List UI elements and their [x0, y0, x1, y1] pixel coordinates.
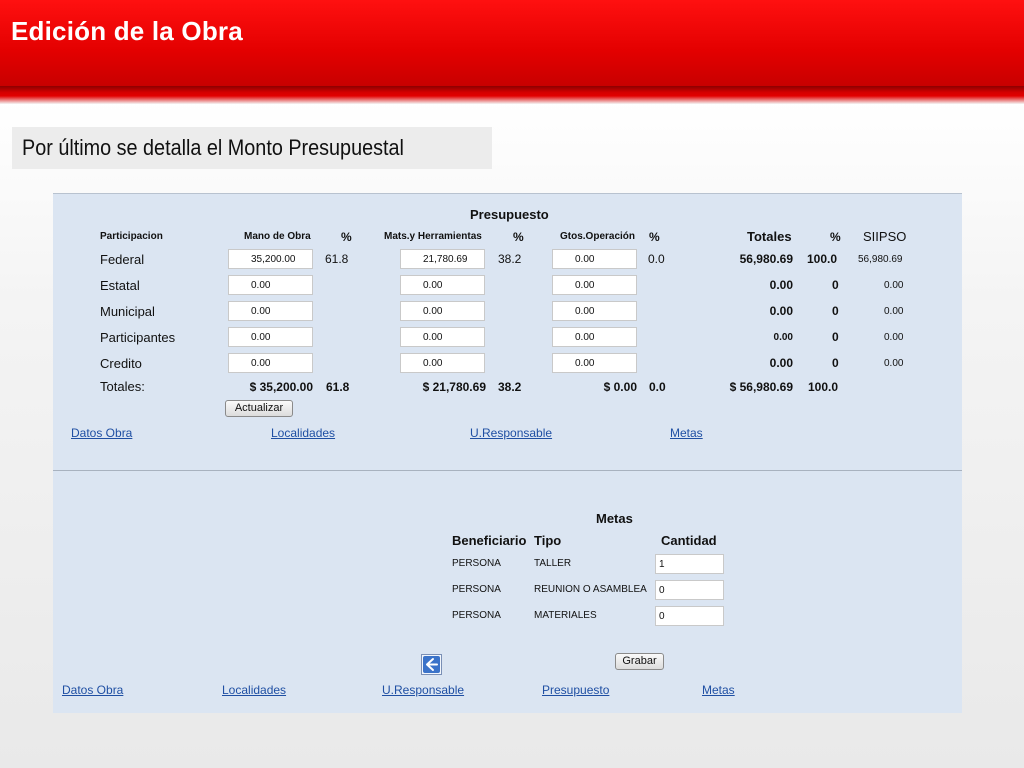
header-bar: Edición de la Obra [0, 0, 1024, 86]
meta-row-3-beneficiario: PERSONA [452, 610, 501, 621]
link-u-responsable[interactable]: U.Responsable [470, 426, 552, 440]
link-datos-obra[interactable]: Datos Obra [71, 426, 132, 440]
back-button[interactable] [421, 654, 442, 675]
col-mano-obra: Mano de Obra [244, 231, 311, 242]
credito-total: 0.00 [769, 356, 793, 370]
col-tipo: Tipo [534, 533, 562, 548]
credito-pct-total: 0 [832, 356, 839, 370]
subtitle-box: Por último se detalla el Monto Presupues… [12, 127, 492, 169]
credito-gtos-input[interactable] [552, 353, 637, 373]
col-pct-mano-obra: % [341, 230, 352, 244]
link-metas[interactable]: Metas [670, 426, 703, 440]
federal-mano-obra-input[interactable] [228, 249, 313, 269]
col-pct-mats: % [513, 230, 524, 244]
federal-gtos-input[interactable] [552, 249, 637, 269]
subtitle: Por último se detalla el Monto Presupues… [22, 135, 404, 160]
presupuesto-panel: Presupuesto Participacion Mano de Obra %… [53, 193, 962, 470]
estatal-total: 0.00 [769, 278, 793, 292]
federal-mats-input[interactable] [400, 249, 485, 269]
meta-row-3-cantidad-input[interactable] [655, 606, 724, 626]
municipal-pct-total: 0 [832, 304, 839, 318]
municipal-gtos-input[interactable] [552, 301, 637, 321]
totals-pct-total: 100.0 [808, 380, 839, 394]
federal-pct-mats: 38.2 [498, 252, 522, 266]
grabar-button[interactable]: Grabar [615, 653, 664, 670]
municipal-mats-input[interactable] [400, 301, 485, 321]
estatal-siipso: 0.00 [884, 280, 904, 291]
col-pct-totales: % [830, 230, 841, 244]
row-label-federal: Federal [100, 252, 145, 267]
participantes-mats-input[interactable] [400, 327, 485, 347]
link-localidades[interactable]: Localidades [271, 426, 335, 440]
meta-row-1-tipo: TALLER [534, 558, 572, 569]
header-band [0, 86, 1024, 104]
federal-pct-gtos: 0.0 [648, 252, 665, 266]
col-beneficiario: Beneficiario [452, 533, 527, 548]
col-gtos: Gtos.Operación [560, 231, 636, 242]
participantes-total: 0.00 [773, 332, 793, 343]
row-label-estatal: Estatal [100, 278, 140, 293]
col-mats: Mats.y Herramientas [384, 231, 482, 242]
municipal-total: 0.00 [769, 304, 793, 318]
row-label-participantes: Participantes [100, 330, 176, 345]
federal-pct-mano-obra: 61.8 [325, 252, 349, 266]
estatal-gtos-input[interactable] [552, 275, 637, 295]
back-arrow-icon [423, 656, 440, 673]
credito-mano-obra-input[interactable] [228, 353, 313, 373]
totals-gtos: $ 0.00 [603, 380, 637, 394]
meta-row-3-tipo: MATERIALES [534, 610, 597, 621]
link2-metas[interactable]: Metas [702, 683, 735, 697]
estatal-mats-input[interactable] [400, 275, 485, 295]
meta-row-2-cantidad-input[interactable] [655, 580, 724, 600]
link2-u-responsable[interactable]: U.Responsable [382, 683, 464, 697]
municipal-siipso: 0.00 [884, 306, 904, 317]
link2-localidades[interactable]: Localidades [222, 683, 286, 697]
row-label-credito: Credito [100, 356, 142, 371]
estatal-mano-obra-input[interactable] [228, 275, 313, 295]
actualizar-button[interactable]: Actualizar [225, 400, 293, 417]
totals-mano-obra: $ 35,200.00 [249, 380, 313, 394]
col-totales: Totales [747, 229, 792, 244]
estatal-pct-total: 0 [832, 278, 839, 292]
link2-presupuesto[interactable]: Presupuesto [542, 683, 609, 697]
municipal-mano-obra-input[interactable] [228, 301, 313, 321]
col-siipso: SIIPSO [863, 229, 907, 244]
metas-panel: Metas Beneficiario Tipo Cantidad PERSONA… [53, 470, 962, 713]
totals-pct-mats: 38.2 [498, 380, 522, 394]
federal-pct-total: 100.0 [807, 252, 838, 266]
col-pct-gtos: % [649, 230, 660, 244]
totals-label: Totales: [100, 379, 145, 394]
credito-siipso: 0.00 [884, 358, 904, 369]
participantes-siipso: 0.00 [884, 332, 904, 343]
meta-row-2-tipo: REUNION O ASAMBLEA [534, 584, 647, 595]
totals-pct-gtos: 0.0 [649, 380, 666, 394]
col-cantidad: Cantidad [661, 533, 717, 548]
meta-row-1-cantidad-input[interactable] [655, 554, 724, 574]
participantes-mano-obra-input[interactable] [228, 327, 313, 347]
federal-siipso: 56,980.69 [858, 254, 903, 265]
totals-mats: $ 21,780.69 [422, 380, 486, 394]
col-participacion: Participacion [100, 231, 163, 242]
credito-mats-input[interactable] [400, 353, 485, 373]
presupuesto-title: Presupuesto [470, 207, 549, 222]
meta-row-2-beneficiario: PERSONA [452, 584, 501, 595]
participantes-pct-total: 0 [832, 330, 839, 344]
row-label-municipal: Municipal [100, 304, 155, 319]
federal-total: 56,980.69 [739, 252, 793, 266]
totals-pct-mano-obra: 61.8 [326, 380, 350, 394]
metas-title: Metas [596, 511, 633, 526]
participantes-gtos-input[interactable] [552, 327, 637, 347]
totals-total: $ 56,980.69 [729, 380, 793, 394]
link2-datos-obra[interactable]: Datos Obra [62, 683, 123, 697]
meta-row-1-beneficiario: PERSONA [452, 558, 501, 569]
page-title: Edición de la Obra [11, 16, 243, 46]
